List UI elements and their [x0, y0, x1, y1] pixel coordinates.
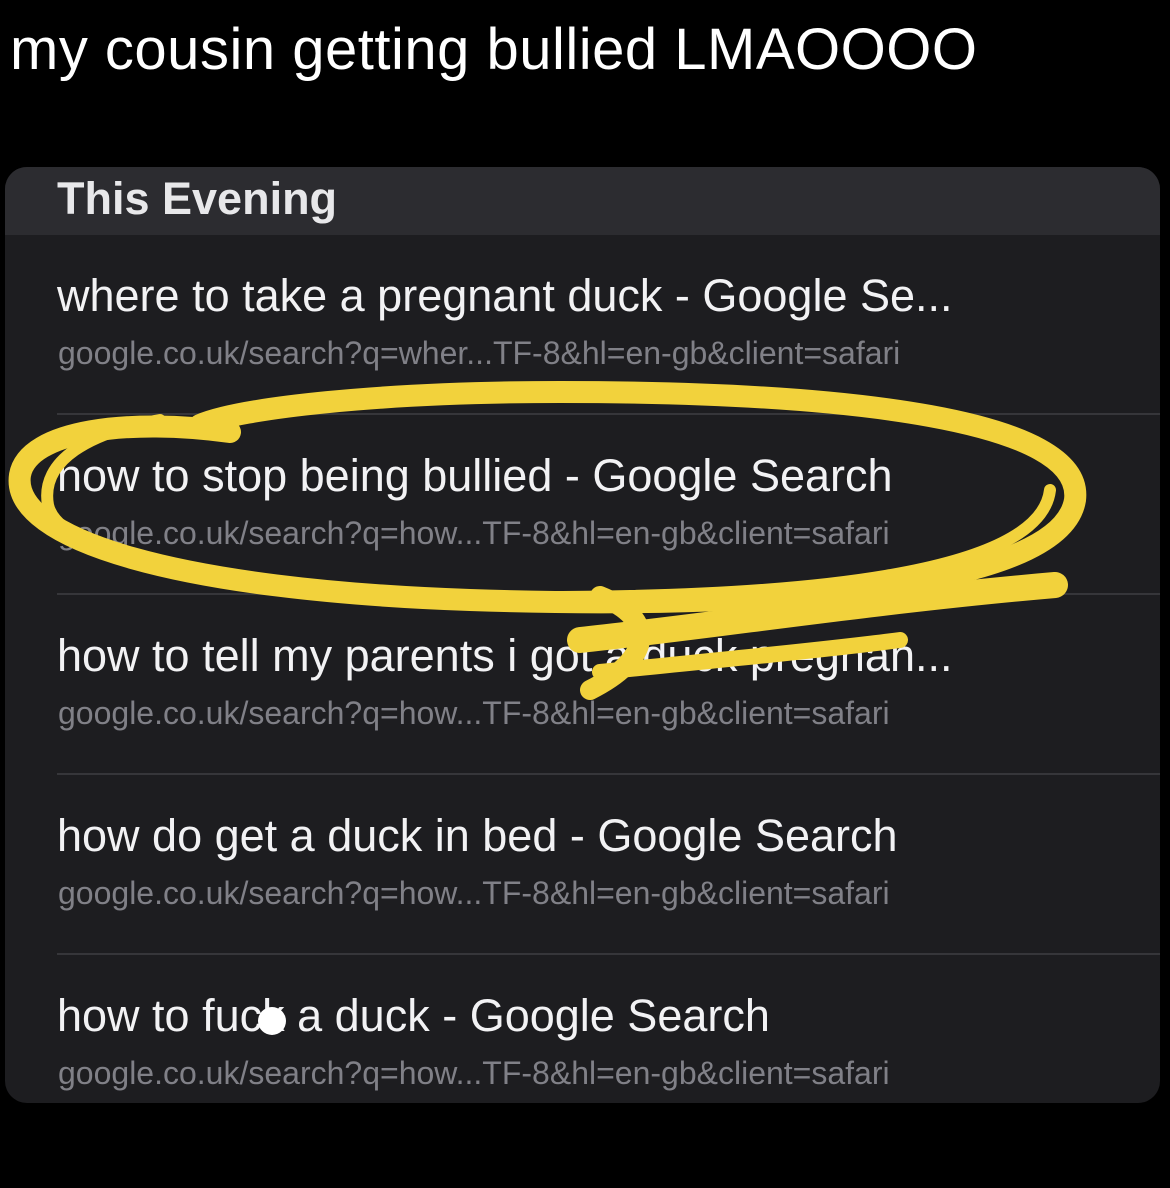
history-item-pregnant-duck[interactable]: where to take a pregnant duck - Google S… [5, 235, 1160, 415]
history-item-title: where to take a pregnant duck - Google S… [57, 270, 953, 321]
section-header: This Evening [5, 167, 1160, 235]
history-item-stop-bullied[interactable]: how to stop being bullied - Google Searc… [5, 415, 1160, 595]
section-title: This Evening [57, 173, 338, 224]
censor-dot-icon [258, 1007, 286, 1035]
history-item-title: how to tell my parents i got a duck preg… [57, 630, 953, 681]
bottom-margin [0, 1106, 1170, 1188]
browser-history-panel: This Evening where to take a pregnant du… [5, 167, 1160, 1103]
history-list: where to take a pregnant duck - Google S… [5, 235, 1160, 1103]
history-item-title: how to fuck a duck - Google Search [57, 990, 770, 1041]
meme-caption: my cousin getting bullied LMAOOOO [10, 17, 978, 82]
history-item-url: google.co.uk/search?q=how...TF-8&hl=en-g… [58, 515, 890, 551]
history-item-url: google.co.uk/search?q=how...TF-8&hl=en-g… [58, 1055, 890, 1091]
history-item-duck-in-bed[interactable]: how do get a duck in bed - Google Search… [5, 775, 1160, 955]
history-item-url: google.co.uk/search?q=wher...TF-8&hl=en-… [58, 335, 901, 371]
history-item-tell-parents[interactable]: how to tell my parents i got a duck preg… [5, 595, 1160, 775]
history-item-url: google.co.uk/search?q=how...TF-8&hl=en-g… [58, 695, 890, 731]
history-item-title: how to stop being bullied - Google Searc… [57, 450, 893, 501]
history-item-url: google.co.uk/search?q=how...TF-8&hl=en-g… [58, 875, 890, 911]
history-item-last[interactable]: how to fuck a duck - Google Search googl… [5, 955, 1160, 1103]
history-item-title: how do get a duck in bed - Google Search [57, 810, 898, 861]
